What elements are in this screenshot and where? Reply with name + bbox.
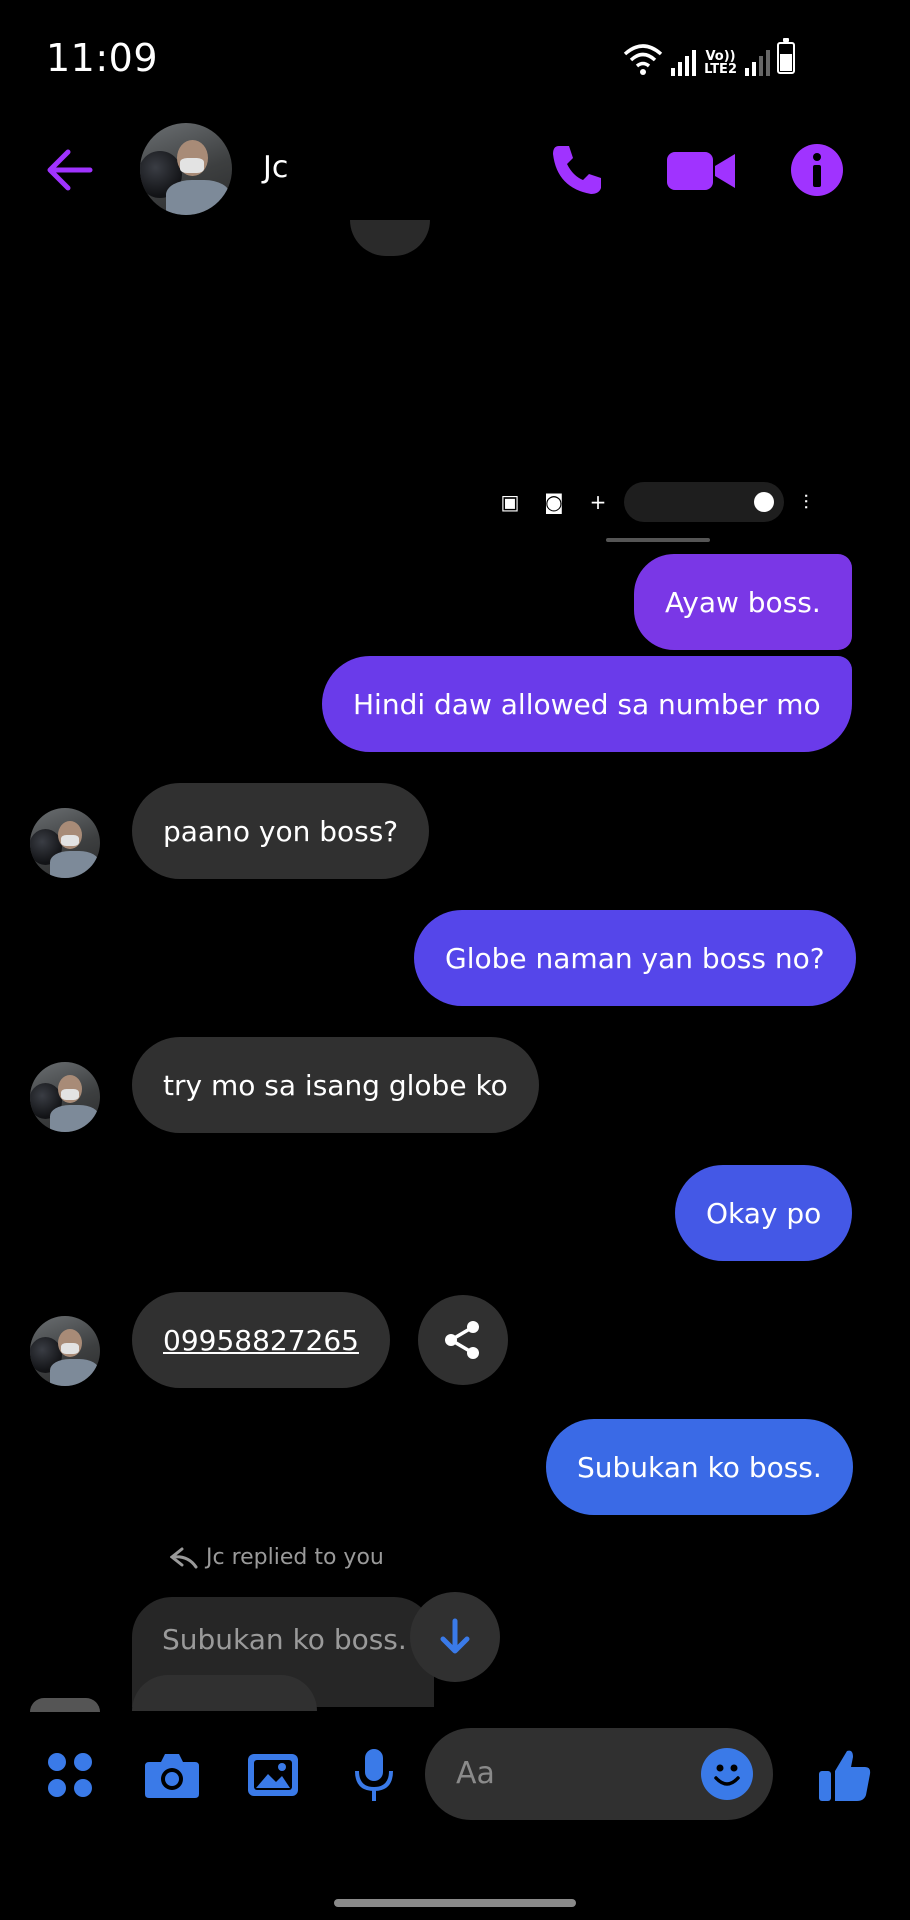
camera-icon bbox=[145, 1754, 199, 1798]
phone-icon bbox=[553, 146, 601, 194]
reply-label: Jc replied to you bbox=[170, 1545, 384, 1570]
emoji-icon bbox=[714, 1764, 740, 1786]
signal-icon-1 bbox=[671, 46, 697, 76]
arrow-down-icon bbox=[440, 1618, 470, 1654]
partial-avatar bbox=[30, 1698, 100, 1712]
wifi-icon bbox=[623, 44, 663, 75]
contact-avatar[interactable] bbox=[140, 123, 232, 215]
camera-icon: ◙ bbox=[544, 490, 564, 514]
partial-message-stub bbox=[350, 220, 430, 256]
message-bubble-incoming[interactable]: paano yon boss? bbox=[132, 783, 430, 879]
apps-grid-icon bbox=[48, 1753, 92, 1797]
info-icon bbox=[791, 144, 843, 196]
embedded-divider bbox=[606, 538, 710, 542]
message-input[interactable]: Aa bbox=[425, 1728, 773, 1820]
message-bubble-outgoing[interactable]: Okay po bbox=[675, 1165, 853, 1261]
share-icon bbox=[445, 1321, 479, 1359]
reply-message-stub bbox=[132, 1675, 317, 1711]
microphone-icon bbox=[355, 1749, 393, 1801]
status-icons: Vo)) LTE2 bbox=[623, 40, 770, 76]
voice-call-button[interactable] bbox=[545, 138, 609, 202]
message-bubble-outgoing[interactable]: Subukan ko boss. bbox=[546, 1419, 853, 1515]
embedded-screenshot-toolbar: ▣ ◙ + ⫶ bbox=[488, 480, 838, 524]
status-time: 11:09 bbox=[46, 36, 159, 80]
video-call-button[interactable] bbox=[665, 138, 739, 202]
message-input-placeholder: Aa bbox=[456, 1756, 495, 1791]
like-button[interactable] bbox=[815, 1745, 875, 1805]
signal-icon-2 bbox=[745, 46, 770, 76]
plus-icon: + bbox=[589, 490, 607, 514]
phone-number-link[interactable]: 09958827265 bbox=[163, 1324, 359, 1357]
camera-button[interactable] bbox=[142, 1745, 202, 1805]
message-bubble-incoming[interactable]: try mo sa isang globe ko bbox=[132, 1037, 539, 1133]
contact-name[interactable]: Jc bbox=[263, 150, 288, 185]
thumbs-up-icon bbox=[819, 1750, 871, 1801]
reply-arrow-icon bbox=[170, 1547, 198, 1568]
arrow-left-icon bbox=[47, 149, 93, 191]
voice-message-button[interactable] bbox=[344, 1745, 404, 1805]
image-icon: ▣ bbox=[500, 490, 520, 514]
gallery-button[interactable] bbox=[243, 1745, 303, 1805]
emoji-button[interactable] bbox=[701, 1748, 753, 1800]
embedded-input bbox=[624, 482, 784, 522]
more-actions-button[interactable] bbox=[40, 1745, 100, 1805]
back-button[interactable] bbox=[40, 140, 100, 200]
gallery-icon bbox=[248, 1754, 298, 1796]
conversation-info-button[interactable] bbox=[785, 138, 849, 202]
message-composer: Aa bbox=[0, 1712, 910, 1852]
avatar[interactable] bbox=[30, 1316, 100, 1386]
chat-header: Jc bbox=[0, 110, 910, 230]
avatar[interactable] bbox=[30, 808, 100, 878]
video-camera-icon bbox=[667, 152, 735, 190]
battery-icon bbox=[777, 38, 795, 74]
volte-indicator: Vo)) LTE2 bbox=[704, 49, 737, 77]
message-bubble-outgoing[interactable]: Ayaw boss. bbox=[634, 554, 852, 650]
scroll-to-bottom-button[interactable] bbox=[410, 1592, 500, 1682]
avatar[interactable] bbox=[30, 1062, 100, 1132]
message-bubble-outgoing[interactable]: Hindi daw allowed sa number mo bbox=[322, 656, 852, 752]
message-bubble-outgoing[interactable]: Globe naman yan boss no? bbox=[414, 910, 856, 1006]
message-bubble-incoming[interactable]: 09958827265 bbox=[132, 1292, 390, 1388]
share-button[interactable] bbox=[418, 1295, 508, 1385]
home-indicator bbox=[334, 1899, 576, 1907]
status-bar: 11:09 Vo)) LTE2 bbox=[0, 0, 910, 100]
waveform-icon: ⫶ bbox=[803, 490, 809, 514]
